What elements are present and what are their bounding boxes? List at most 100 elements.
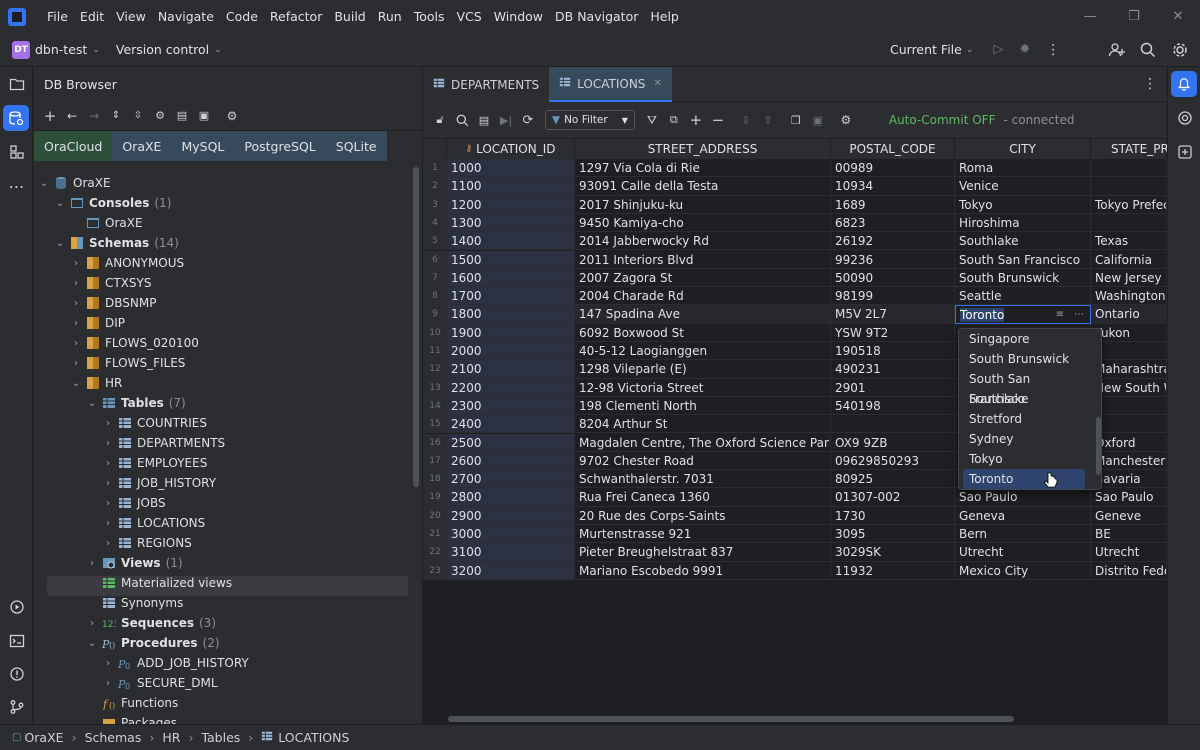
chevron-down-icon[interactable]: ⌄: [54, 238, 66, 249]
cell-state-province[interactable]: Sao Paulo: [1091, 488, 1167, 507]
cell-postal-code[interactable]: 490231: [831, 360, 955, 379]
db-browser-icon[interactable]: [3, 105, 29, 131]
cell-state-province[interactable]: New Jersey: [1091, 268, 1167, 288]
tab-options-icon[interactable]: ⋮: [1143, 76, 1157, 92]
tree-node-schema[interactable]: › CTXSYS: [70, 273, 152, 293]
cell-state-province[interactable]: Oxford: [1091, 433, 1167, 452]
dropdown-option[interactable]: South San Francisco: [963, 369, 1085, 406]
cell-street-address[interactable]: 20 Rue des Corps-Saints: [575, 506, 831, 525]
chevron-right-icon[interactable]: ›: [70, 298, 82, 309]
cell-postal-code[interactable]: 99236: [831, 250, 955, 269]
cell-location-id[interactable]: 2400: [447, 415, 575, 434]
back-icon[interactable]: ←: [61, 105, 83, 127]
breadcrumb-item[interactable]: HR: [162, 730, 180, 745]
cell-postal-code[interactable]: 1689: [831, 195, 955, 214]
cell-location-id[interactable]: 2000: [447, 342, 575, 361]
rollback-icon[interactable]: ⇧: [757, 109, 779, 131]
cell-postal-code[interactable]: 1730: [831, 506, 955, 525]
add-row-icon[interactable]: +: [685, 109, 707, 131]
table-row[interactable]: 7 1600 2007 Zagora St 50090 South Brunswick N…: [423, 268, 1167, 288]
row-number[interactable]: 14: [423, 396, 447, 416]
row-number[interactable]: 21: [423, 525, 447, 544]
tree-node-table-locations[interactable]: › LOCATIONS: [102, 513, 205, 533]
cell-postal-code[interactable]: M5V 2L7: [831, 305, 955, 324]
tree-node-schema[interactable]: › FLOWS_FILES: [70, 353, 185, 373]
menu-file[interactable]: File: [41, 9, 74, 24]
row-number[interactable]: 10: [423, 323, 447, 342]
cell-street-address[interactable]: 198 Clementi North: [575, 396, 831, 416]
chevron-right-icon[interactable]: ›: [102, 438, 114, 449]
menu-edit[interactable]: Edit: [74, 9, 110, 24]
chevron-right-icon[interactable]: ›: [102, 538, 114, 549]
row-number[interactable]: 1: [423, 159, 447, 178]
search-icon[interactable]: [1140, 42, 1156, 58]
chevron-right-icon[interactable]: ›: [70, 358, 82, 369]
table-row[interactable]: 21 3000 Murtenstrasse 921 3095 Bern BE: [423, 525, 1167, 544]
dropdown-option[interactable]: Stretford: [963, 409, 1085, 429]
restore-icon[interactable]: ❐: [1112, 0, 1156, 33]
terminal-small-icon[interactable]: ▣: [193, 105, 215, 127]
cell-postal-code[interactable]: 01307-002: [831, 488, 955, 507]
close-window-icon[interactable]: ✕: [1156, 0, 1200, 33]
conn-tab-sqlite[interactable]: SQLite: [325, 131, 387, 161]
cell-city[interactable]: Mexico City: [955, 561, 1091, 580]
chevron-down-icon[interactable]: ⌄: [86, 638, 98, 649]
cell-street-address[interactable]: Schwanthalerstr. 7031: [575, 470, 831, 489]
tree-node-table[interactable]: › JOBS: [102, 493, 166, 513]
forward-icon[interactable]: →: [83, 105, 105, 127]
cell-location-id[interactable]: 2600: [447, 451, 575, 471]
chevron-right-icon[interactable]: ›: [70, 318, 82, 329]
table-row[interactable]: 6 1500 2011 Interiors Blvd 99236 South San F…: [423, 250, 1167, 269]
collapse-all-icon[interactable]: ⇳: [127, 105, 149, 127]
auto-commit-status[interactable]: Auto-Commit OFF: [889, 113, 996, 127]
ai-assistant-icon[interactable]: [1168, 101, 1200, 135]
tree-node-schema[interactable]: › ANONYMOUS: [70, 253, 184, 273]
row-number[interactable]: 9: [423, 305, 447, 324]
chevron-right-icon[interactable]: ›: [102, 418, 114, 429]
more-actions-icon[interactable]: ⋮: [1046, 42, 1060, 58]
tree-node-oraxe[interactable]: ⌄ OraXE: [38, 173, 111, 193]
cell-state-province[interactable]: New South W: [1091, 378, 1167, 397]
cell-street-address[interactable]: 6092 Boxwood St: [575, 323, 831, 342]
add-connection-icon[interactable]: +: [39, 105, 61, 127]
tree-node-views[interactable]: › Views (1): [86, 553, 183, 573]
chevron-down-icon[interactable]: ⌄: [86, 398, 98, 409]
column-header-city[interactable]: CITY: [955, 139, 1091, 159]
tree-node-procedure[interactable]: › P0 ADD_JOB_HISTORY: [102, 653, 249, 673]
cell-state-province[interactable]: Texas: [1091, 232, 1167, 251]
cell-postal-code[interactable]: 80925: [831, 470, 955, 489]
cell-location-id[interactable]: 1600: [447, 268, 575, 288]
chevron-down-icon[interactable]: ⌄: [966, 45, 974, 55]
cell-city[interactable]: Seattle: [955, 287, 1091, 306]
cell-street-address[interactable]: 40-5-12 Laogianggen: [575, 342, 831, 361]
tree-node-table[interactable]: › EMPLOYEES: [102, 453, 207, 473]
cell-state-province[interactable]: [1091, 159, 1167, 178]
menu-navigate[interactable]: Navigate: [152, 9, 220, 24]
delete-row-icon[interactable]: −: [707, 109, 729, 131]
cell-location-id[interactable]: 1700: [447, 287, 575, 306]
cell-value-list-icon[interactable]: ≡: [1056, 306, 1064, 322]
more-tools-icon[interactable]: ⋯: [0, 169, 33, 203]
cell-city[interactable]: Sao Paulo: [955, 488, 1091, 507]
row-number[interactable]: 8: [423, 287, 447, 306]
commit-icon[interactable]: ⇩: [735, 109, 757, 131]
cell-postal-code[interactable]: 3029SK: [831, 543, 955, 562]
cell-postal-code[interactable]: 98199: [831, 287, 955, 306]
tree-node-console-oraxe[interactable]: OraXE: [86, 213, 143, 233]
chevron-right-icon[interactable]: ›: [70, 338, 82, 349]
row-number[interactable]: 17: [423, 451, 447, 471]
tree-node-schema[interactable]: › FLOWS_020100: [70, 333, 199, 353]
cell-location-id[interactable]: 3200: [447, 561, 575, 580]
column-header-location-id[interactable]: ⚷ LOCATION_ID: [447, 139, 575, 159]
cell-city[interactable]: Southlake: [955, 232, 1091, 251]
table-row[interactable]: 9 1800 147 Spadina Ave M5V 2L7 Toronto ≡ ⋯ Onta…: [423, 305, 1167, 324]
tree-node-packages[interactable]: Packages: [102, 713, 177, 724]
cell-state-province[interactable]: Bavaria: [1091, 470, 1167, 489]
cell-location-id[interactable]: 2900: [447, 506, 575, 525]
cell-state-province[interactable]: [1091, 342, 1167, 361]
row-number[interactable]: 18: [423, 470, 447, 489]
chevron-down-icon[interactable]: ⌄: [214, 45, 222, 55]
app-logo-icon[interactable]: [8, 7, 26, 26]
cell-street-address[interactable]: Mariano Escobedo 9991: [575, 561, 831, 580]
menu-window[interactable]: Window: [488, 9, 549, 24]
